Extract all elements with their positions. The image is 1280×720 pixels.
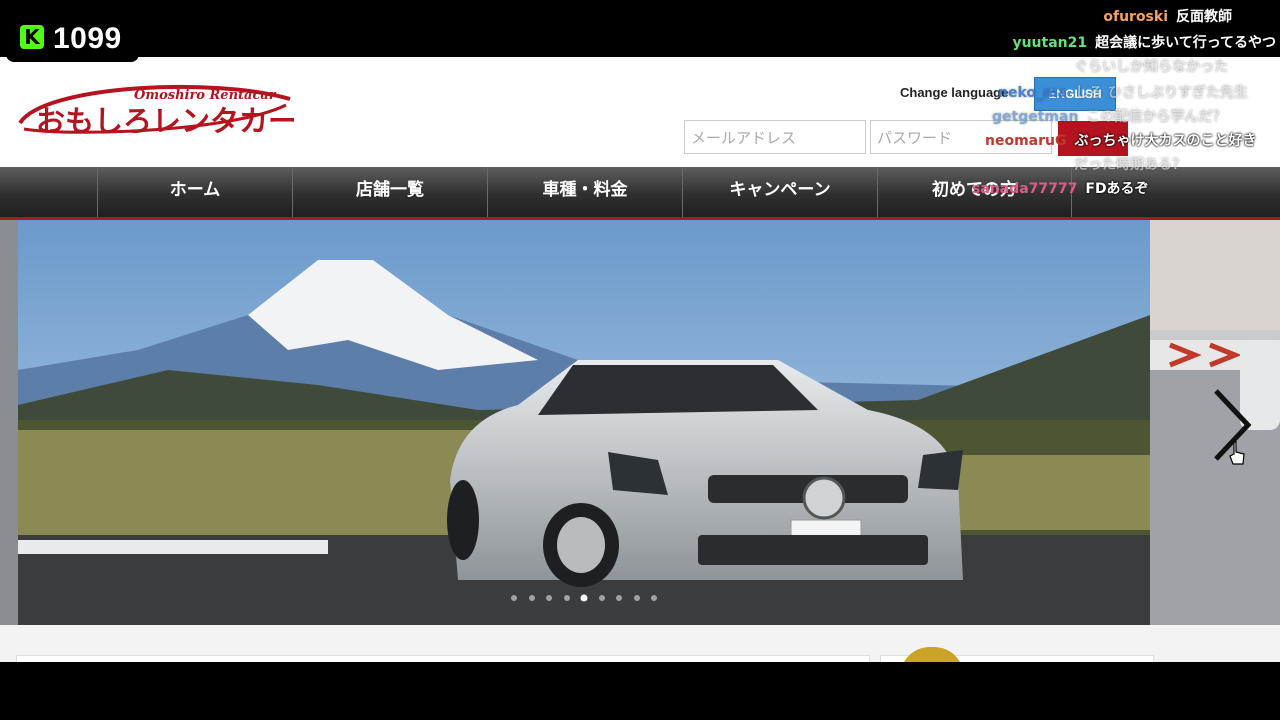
logo-title: おもしろレンタカー <box>36 104 294 138</box>
website-viewport: Omoshiro Rentacar おもしろレンタカー Change langu… <box>0 57 1280 662</box>
main-nav: ホーム 店舗一覧 車種・料金 キャンペーン 初めての方 <box>0 167 1280 220</box>
nav-models-prices[interactable]: 車種・料金 <box>487 167 682 217</box>
mouse-cursor-icon <box>1229 441 1245 465</box>
prev-slide-peek <box>0 220 18 625</box>
site-header: Omoshiro Rentacar おもしろレンタカー Change langu… <box>0 57 1280 167</box>
viewer-count: 1099 <box>53 22 122 55</box>
hero-slider <box>0 220 1280 625</box>
nav-stores[interactable]: 店舗一覧 <box>292 167 487 217</box>
gold-badge-icon <box>900 647 964 662</box>
password-input[interactable]: パスワード <box>870 120 1052 154</box>
logo-subtitle: Omoshiro Rentacar <box>134 88 277 103</box>
email-input[interactable]: メールアドレス <box>684 120 866 154</box>
content-card-left <box>16 655 870 662</box>
content-area <box>0 625 1280 662</box>
change-language-label: Change language <box>900 85 1009 100</box>
viewer-badge: K 1099 <box>6 8 139 62</box>
nav-campaign[interactable]: キャンペーン <box>682 167 877 217</box>
nav-first-time[interactable]: 初めての方 <box>877 167 1072 217</box>
kick-logo-icon: K <box>20 25 44 49</box>
hero-image-car-mt-fuji <box>18 220 1150 625</box>
login-button[interactable] <box>1058 121 1128 156</box>
stream-bottom-bar <box>0 662 1280 720</box>
english-button[interactable]: ENGLISH <box>1034 77 1116 111</box>
site-logo[interactable]: Omoshiro Rentacar おもしろレンタカー <box>14 75 294 145</box>
stream-top-bar <box>0 0 1280 57</box>
nav-home[interactable]: ホーム <box>97 167 292 217</box>
